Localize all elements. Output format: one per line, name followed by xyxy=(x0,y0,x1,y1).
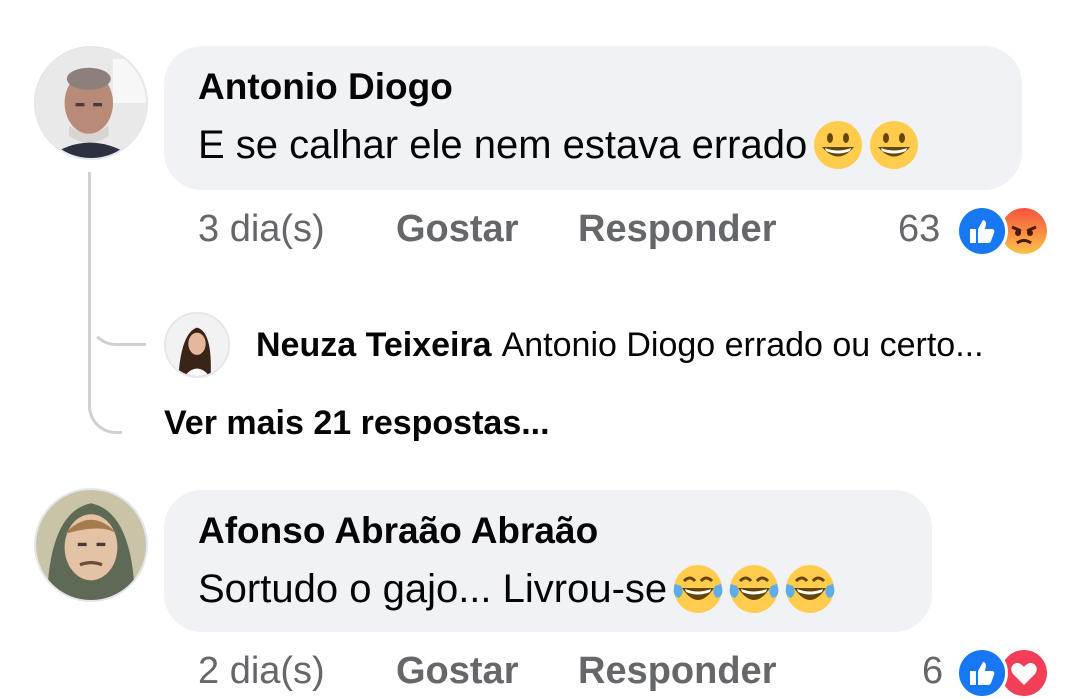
reply-preview[interactable]: Neuza Teixeira Antonio Diogo errado ou ce… xyxy=(256,326,984,365)
avatar-photo-icon xyxy=(36,490,146,600)
avatar-photo-icon xyxy=(166,314,228,376)
reaction-count[interactable]: 6 xyxy=(922,650,943,693)
comment-text-content: Sortudo o gajo... Livrou-se xyxy=(198,566,668,611)
like-button[interactable]: Gostar xyxy=(396,650,518,693)
avatar-afonso-abraao[interactable] xyxy=(34,488,148,602)
comment-timestamp[interactable]: 3 dia(s) xyxy=(198,208,325,251)
reply-button[interactable]: Responder xyxy=(578,208,776,251)
comment-bubble: Afonso Abraão Abraão Sortudo o gajo... L… xyxy=(164,490,932,632)
comment-text: E se calhar ele nem estava errado xyxy=(198,120,919,170)
like-reaction-icon[interactable] xyxy=(956,205,1008,257)
like-button[interactable]: Gostar xyxy=(396,208,518,251)
reply-author[interactable]: Neuza Teixeira xyxy=(256,326,492,364)
comment-text-content: E se calhar ele nem estava errado xyxy=(198,122,808,167)
comment-timestamp[interactable]: 2 dia(s) xyxy=(198,650,325,693)
reaction-count[interactable]: 63 xyxy=(898,208,940,251)
comment-author[interactable]: Antonio Diogo xyxy=(198,66,453,108)
reply-button[interactable]: Responder xyxy=(578,650,776,693)
avatar-neuza-teixeira[interactable] xyxy=(164,312,230,378)
reply-text: Antonio Diogo errado ou certo... xyxy=(501,326,984,364)
tears-of-joy-face-icon xyxy=(673,564,723,614)
comment-bubble: Antonio Diogo E se calhar ele nem estava… xyxy=(164,46,1022,190)
avatar-antonio-diogo[interactable] xyxy=(34,46,148,160)
tears-of-joy-face-icon xyxy=(785,564,835,614)
comment-text: Sortudo o gajo... Livrou-se xyxy=(198,564,835,614)
avatar-photo-icon xyxy=(36,48,146,158)
view-more-replies-link[interactable]: Ver mais 21 respostas... xyxy=(164,404,550,443)
like-reaction-icon[interactable] xyxy=(956,647,1008,699)
grinning-face-icon xyxy=(813,120,863,170)
tears-of-joy-face-icon xyxy=(729,564,779,614)
thread-branch-line xyxy=(88,300,146,346)
comment-author[interactable]: Afonso Abraão Abraão xyxy=(198,510,598,552)
grinning-face-icon xyxy=(869,120,919,170)
